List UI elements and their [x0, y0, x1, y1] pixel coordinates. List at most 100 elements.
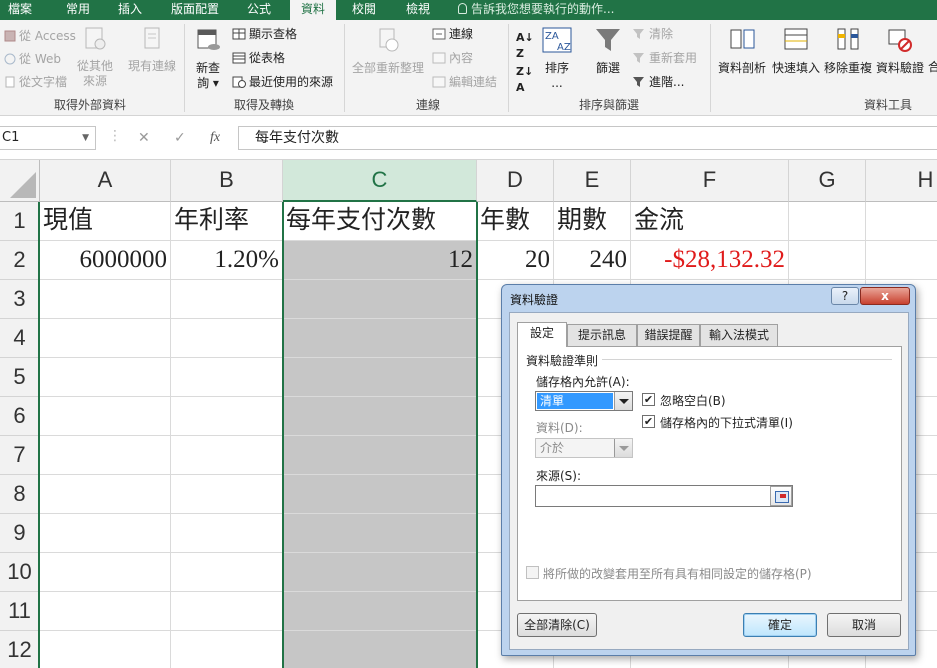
column-header-d[interactable]: D	[477, 160, 554, 202]
row-header-6[interactable]: 6	[0, 397, 40, 436]
cell-a5[interactable]	[40, 358, 171, 397]
cell-c7[interactable]	[283, 436, 477, 475]
tab-page-layout[interactable]: 版面配置	[162, 0, 228, 20]
cell-c3[interactable]	[283, 280, 477, 319]
flash-fill-button[interactable]: 快速填入	[770, 26, 822, 76]
cell-c6[interactable]	[283, 397, 477, 436]
ok-button[interactable]: 確定	[743, 613, 817, 637]
cell-f1[interactable]: 金流	[631, 202, 789, 241]
cell-c10[interactable]	[283, 553, 477, 592]
column-header-e[interactable]: E	[554, 160, 631, 202]
cell-a4[interactable]	[40, 319, 171, 358]
column-header-g[interactable]: G	[789, 160, 866, 202]
dialog-close-button[interactable]: x	[860, 287, 910, 305]
cell-b3[interactable]	[171, 280, 283, 319]
data-operator-select[interactable]: 介於	[535, 438, 633, 458]
range-picker-icon[interactable]	[770, 486, 792, 506]
column-header-c[interactable]: C	[283, 160, 477, 202]
from-text-button[interactable]: 從文字檔	[4, 74, 67, 92]
select-all-button[interactable]	[0, 160, 40, 202]
row-header-3[interactable]: 3	[0, 280, 40, 319]
show-queries-button[interactable]: 顯示查格	[232, 26, 297, 44]
connections-button[interactable]: 連線	[432, 26, 473, 44]
cell-b2[interactable]: 1.20%	[171, 241, 283, 280]
chevron-down-icon[interactable]	[614, 392, 632, 410]
column-header-h[interactable]: H	[866, 160, 937, 202]
chevron-down-icon[interactable]	[614, 439, 632, 457]
cancel-formula-button[interactable]: ✕	[138, 130, 150, 146]
from-web-button[interactable]: 從 Web	[4, 51, 61, 69]
name-box[interactable]: C1 ▼	[0, 126, 96, 150]
column-header-b[interactable]: B	[171, 160, 283, 202]
cell-a11[interactable]	[40, 592, 171, 631]
edit-links-button[interactable]: 編輯連結	[432, 74, 497, 92]
apply-all-checkbox[interactable]	[526, 566, 539, 579]
cell-b4[interactable]	[171, 319, 283, 358]
cell-h1[interactable]	[866, 202, 937, 241]
tab-error-alert[interactable]: 錯誤提醒	[637, 324, 700, 346]
cell-c4[interactable]	[283, 319, 477, 358]
cell-a7[interactable]	[40, 436, 171, 475]
from-access-button[interactable]: 從 Access	[4, 28, 76, 46]
tab-settings[interactable]: 設定	[517, 322, 567, 347]
cell-a9[interactable]	[40, 514, 171, 553]
cell-b9[interactable]	[171, 514, 283, 553]
cell-c9[interactable]	[283, 514, 477, 553]
cell-b12[interactable]	[171, 631, 283, 668]
cell-d2[interactable]: 20	[477, 241, 554, 280]
cell-c5[interactable]	[283, 358, 477, 397]
tab-input-message[interactable]: 提示訊息	[567, 324, 637, 346]
cell-e1[interactable]: 期數	[554, 202, 631, 241]
row-header-1[interactable]: 1	[0, 202, 40, 241]
source-input[interactable]	[535, 485, 793, 507]
cell-b6[interactable]	[171, 397, 283, 436]
cell-g2[interactable]	[789, 241, 866, 280]
clear-filter-button[interactable]: 清除	[632, 26, 673, 44]
row-header-8[interactable]: 8	[0, 475, 40, 514]
cell-c2[interactable]: 12	[283, 241, 477, 280]
refresh-all-button[interactable]: 全部重新整理	[350, 26, 426, 76]
tab-home[interactable]: 常用	[56, 0, 100, 20]
cell-c11[interactable]	[283, 592, 477, 631]
clear-all-button[interactable]: 全部清除(C)	[517, 613, 597, 637]
cell-b7[interactable]	[171, 436, 283, 475]
cell-d1[interactable]: 年數	[477, 202, 554, 241]
cell-b8[interactable]	[171, 475, 283, 514]
cell-b5[interactable]	[171, 358, 283, 397]
column-header-f[interactable]: F	[631, 160, 789, 202]
in-cell-dropdown-checkbox[interactable]: ✔	[642, 415, 655, 428]
cell-a12[interactable]	[40, 631, 171, 668]
row-header-4[interactable]: 4	[0, 319, 40, 358]
tab-view[interactable]: 檢視	[398, 0, 438, 20]
from-other-sources-button[interactable]: 從其他 來源	[74, 26, 116, 89]
properties-button[interactable]: 內容	[432, 50, 473, 68]
cell-a6[interactable]	[40, 397, 171, 436]
cell-h2[interactable]	[866, 241, 937, 280]
cell-c1[interactable]: 每年支付次數	[283, 202, 477, 241]
cell-a10[interactable]	[40, 553, 171, 592]
formula-input[interactable]: 每年支付次數	[238, 126, 937, 150]
consolidate-button[interactable]: 合	[928, 26, 937, 75]
data-validation-button[interactable]: 資料驗證	[874, 26, 926, 76]
tab-ime-mode[interactable]: 輸入法模式	[700, 324, 778, 346]
cancel-button[interactable]: 取消	[827, 613, 901, 637]
allow-select[interactable]: 清單	[535, 391, 633, 411]
tab-data[interactable]: 資料	[290, 0, 336, 21]
cell-a2[interactable]: 6000000	[40, 241, 171, 280]
sort-za-button[interactable]: Z↓ A	[516, 64, 533, 96]
recent-sources-button[interactable]: 最近使用的來源	[232, 74, 333, 92]
row-header-10[interactable]: 10	[0, 553, 40, 592]
enter-formula-button[interactable]: ✓	[174, 130, 186, 146]
existing-connections-button[interactable]: 現有連線	[124, 26, 180, 74]
tab-insert[interactable]: 插入	[110, 0, 150, 20]
filter-button[interactable]: 篩選	[590, 26, 626, 76]
advanced-filter-button[interactable]: 進階...	[632, 74, 684, 92]
sort-button[interactable]: ZA AZ 排序 ...	[540, 26, 574, 91]
dialog-help-button[interactable]: ?	[831, 287, 859, 305]
cell-g1[interactable]	[789, 202, 866, 241]
insert-function-button[interactable]: fx	[210, 130, 220, 146]
cell-f2[interactable]: -$28,132.32	[631, 241, 789, 280]
cell-a8[interactable]	[40, 475, 171, 514]
cell-c8[interactable]	[283, 475, 477, 514]
row-header-5[interactable]: 5	[0, 358, 40, 397]
